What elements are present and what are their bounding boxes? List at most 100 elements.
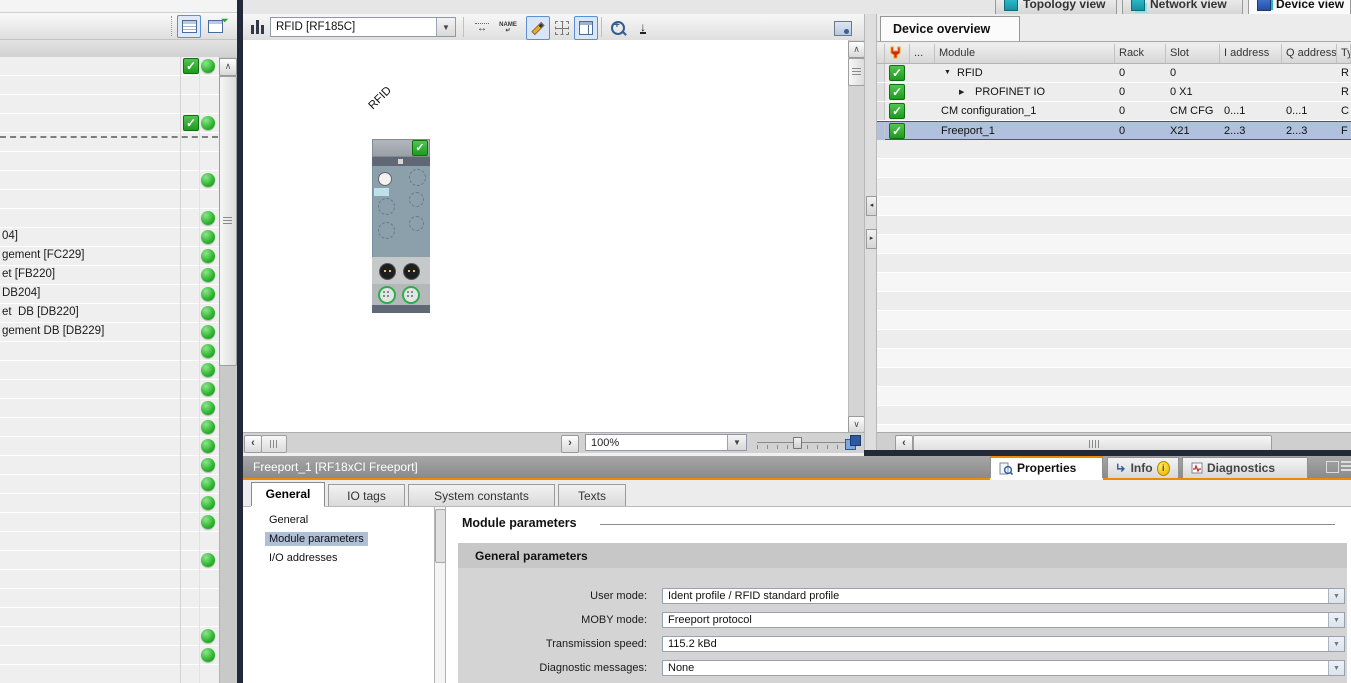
tree-row[interactable]: 04] [0, 228, 219, 247]
tree-row[interactable] [0, 418, 219, 437]
overview-row-cm-configuration_1[interactable]: ✓CM configuration_10CM CFG0...10...1C [877, 102, 1351, 121]
zoom-tool-button[interactable] [606, 16, 630, 40]
tree-row[interactable]: DB204] [0, 285, 219, 304]
overview-row-rfid[interactable]: ✓▼RFID00R [877, 64, 1351, 83]
tree-row[interactable] [0, 551, 219, 570]
view-tab-network-view[interactable]: Network view [1122, 0, 1243, 14]
overview-header-cell[interactable]: I address [1220, 44, 1282, 63]
view-tab-topology-view[interactable]: Topology view [995, 0, 1117, 14]
overview-row-freeport_1[interactable]: ✓Freeport_10X212...32...3F [877, 121, 1351, 140]
show-overview-table-button[interactable] [574, 16, 598, 40]
field-dropdown[interactable]: Ident profile / RFID standard profile▼ [662, 588, 1345, 604]
tab-info[interactable]: Infoi [1107, 457, 1179, 478]
tree-row[interactable]: et DB [DB220] [0, 304, 219, 323]
tree-row[interactable] [0, 475, 219, 494]
tree-row[interactable] [0, 209, 219, 228]
tab-general[interactable]: General [251, 482, 325, 507]
overview-header-cell[interactable]: Q address [1282, 44, 1337, 63]
scrollbar-thumb[interactable] [219, 76, 237, 366]
menu-lines-icon[interactable] [1341, 461, 1351, 471]
field-dropdown[interactable]: Freeport protocol▼ [662, 612, 1345, 628]
measure-width-button[interactable]: ↔ [470, 16, 494, 40]
field-dropdown[interactable]: None▼ [662, 660, 1345, 676]
dropdown-arrow-icon[interactable]: ▼ [436, 18, 455, 36]
zoom-slider[interactable] [757, 436, 847, 450]
tree-row[interactable] [0, 589, 219, 608]
overview-row-profinet-io[interactable]: ✓▶PROFINET IO00 X1R [877, 83, 1351, 102]
dropdown-arrow-icon[interactable]: ▼ [727, 435, 746, 450]
scrollbar-thumb[interactable] [848, 58, 865, 86]
tree-row[interactable] [0, 361, 219, 380]
float-window-icon[interactable] [1326, 461, 1339, 473]
tree-row[interactable] [0, 608, 219, 627]
tree-row[interactable] [0, 152, 219, 171]
save-layout-button[interactable]: ↓ [631, 16, 655, 40]
dropdown-arrow-icon[interactable]: ▼ [1328, 613, 1344, 627]
tab-properties[interactable]: Properties [990, 456, 1103, 478]
scrollbar-thumb[interactable] [261, 435, 287, 453]
scroll-right-button[interactable]: › [561, 435, 579, 453]
tree-row[interactable] [0, 532, 219, 551]
overview-header-cell[interactable]: Module [935, 44, 1115, 63]
overview-splitter[interactable]: ◂ ▸ [864, 14, 877, 452]
table-view-toggle-button[interactable] [177, 15, 201, 38]
tree-row[interactable] [0, 437, 219, 456]
overview-header-cell[interactable]: ... [910, 44, 935, 63]
tree-row[interactable]: gement [FC229] [0, 247, 219, 266]
tree-row[interactable] [0, 494, 219, 513]
tree-row[interactable] [0, 665, 219, 683]
tree-row[interactable] [0, 95, 219, 114]
expand-arrow-icon[interactable]: ▶ [959, 88, 964, 96]
show-labels-button[interactable]: NAME↵ [496, 16, 520, 40]
dropdown-arrow-icon[interactable]: ▼ [1328, 661, 1344, 675]
tree-row[interactable]: ✓ [0, 57, 219, 76]
canvas-vertical-scrollbar[interactable] [848, 40, 865, 432]
dropdown-arrow-icon[interactable]: ▼ [1328, 637, 1344, 651]
device-selector-dropdown[interactable]: RFID [RF185C] ▼ [270, 17, 456, 37]
nav-item-general[interactable]: General [243, 511, 434, 530]
tree-row[interactable] [0, 646, 219, 665]
dropdown-arrow-icon[interactable]: ▼ [1328, 589, 1344, 603]
slider-thumb[interactable] [793, 437, 802, 449]
tree-row[interactable] [0, 342, 219, 361]
view-tab-device-view[interactable]: Device view [1248, 0, 1351, 14]
tree-row[interactable] [0, 456, 219, 475]
field-dropdown[interactable]: 115.2 kBd▼ [662, 636, 1345, 652]
window-settings-button[interactable] [831, 16, 855, 40]
overview-header-cell[interactable] [885, 44, 910, 63]
tree-row[interactable] [0, 76, 219, 95]
tree-row[interactable] [0, 627, 219, 646]
device-overview-tab[interactable]: Device overview [880, 16, 1020, 41]
export-table-button[interactable] [203, 15, 227, 38]
overview-header-cell[interactable]: Ty [1337, 44, 1351, 63]
collapse-left-button[interactable]: ◂ [866, 196, 877, 216]
tree-row[interactable] [0, 190, 219, 209]
tree-row[interactable] [0, 513, 219, 532]
tree-row[interactable]: et [FB220] [0, 266, 219, 285]
scroll-up-button[interactable]: ∧ [848, 41, 865, 58]
show-grid-button[interactable] [550, 16, 574, 40]
tab-diagnostics[interactable]: Diagnostics [1182, 457, 1308, 478]
scroll-left-button[interactable]: ‹ [244, 435, 262, 453]
collapse-arrow-icon[interactable]: ▼ [944, 69, 951, 76]
nav-scrollbar-thumb[interactable] [435, 509, 446, 563]
overview-header-cell[interactable]: Slot [1166, 44, 1220, 63]
nav-item-i-o-addresses[interactable]: I/O addresses [243, 549, 434, 568]
zoom-level-dropdown[interactable]: 100% ▼ [585, 434, 747, 451]
tree-row[interactable] [0, 171, 219, 190]
rfid-module-graphic[interactable]: ✓ [372, 139, 430, 313]
tree-row[interactable]: gement DB [DB229] [0, 323, 219, 342]
tab-io-tags[interactable]: IO tags [328, 484, 405, 507]
device-name-label[interactable]: RFID [367, 85, 394, 112]
overview-header-cell[interactable]: Rack [1115, 44, 1166, 63]
nav-item-module-parameters[interactable]: Module parameters [243, 530, 434, 549]
tab-texts[interactable]: Texts [558, 484, 626, 507]
fit-to-view-button[interactable] [844, 435, 860, 450]
tree-row[interactable] [0, 570, 219, 589]
tree-row[interactable]: ✓ [0, 114, 219, 133]
tab-system-constants[interactable]: System constants [408, 484, 555, 507]
tree-row[interactable] [0, 380, 219, 399]
edit-mode-button[interactable] [526, 16, 550, 40]
device-canvas[interactable]: RFID ✓ [243, 40, 848, 432]
tree-row[interactable] [0, 399, 219, 418]
